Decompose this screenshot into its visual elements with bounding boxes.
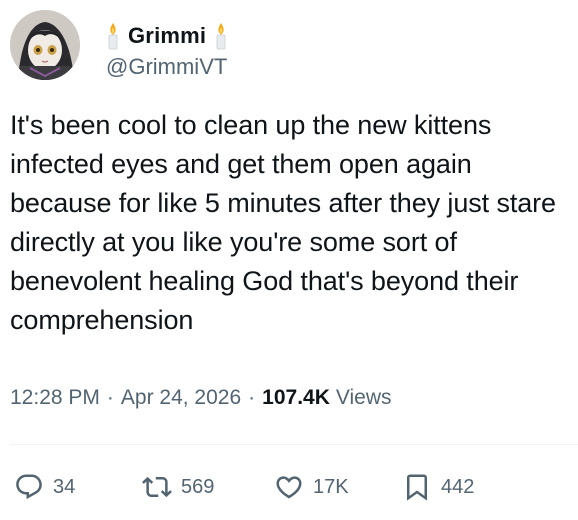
retweet-button[interactable]: 569 bbox=[142, 472, 274, 502]
reply-button[interactable]: 34 bbox=[14, 472, 142, 502]
views-label: Views bbox=[335, 386, 392, 409]
user-handle[interactable]: @GrimmiVT bbox=[106, 54, 227, 80]
tweet-text: It's been cool to clean up the new kitte… bbox=[10, 110, 564, 335]
bookmark-count: 442 bbox=[441, 475, 475, 498]
display-name[interactable]: Grimmi bbox=[128, 23, 206, 49]
name-row: Grimmi bbox=[106, 22, 228, 50]
action-bar: 34 569 17K 442 bbox=[14, 472, 554, 502]
tweet-time[interactable]: 12:28 PM bbox=[10, 386, 100, 410]
bookmark-icon bbox=[407, 474, 427, 501]
meta-separator: · bbox=[106, 386, 114, 409]
avatar-image bbox=[10, 10, 80, 80]
retweet-icon bbox=[142, 476, 172, 498]
avatar[interactable] bbox=[10, 10, 80, 80]
like-button[interactable]: 17K bbox=[274, 472, 402, 502]
views-count: 107.4K bbox=[262, 386, 330, 409]
tweet-date[interactable]: Apr 24, 2026 bbox=[121, 386, 241, 410]
reply-icon bbox=[16, 474, 42, 500]
bookmark-button[interactable]: 442 bbox=[402, 472, 522, 502]
candle-icon bbox=[108, 23, 118, 50]
candle-icon bbox=[216, 23, 226, 50]
tweet-meta: 12:28 PM · Apr 24, 2026 · 107.4K Views bbox=[10, 386, 392, 410]
like-count: 17K bbox=[313, 475, 349, 498]
tweet-header: Grimmi @GrimmiVT bbox=[10, 10, 570, 80]
retweet-count: 569 bbox=[181, 475, 215, 498]
heart-icon bbox=[276, 476, 302, 499]
divider bbox=[10, 444, 578, 445]
meta-separator: · bbox=[248, 386, 256, 409]
reply-count: 34 bbox=[53, 475, 76, 498]
